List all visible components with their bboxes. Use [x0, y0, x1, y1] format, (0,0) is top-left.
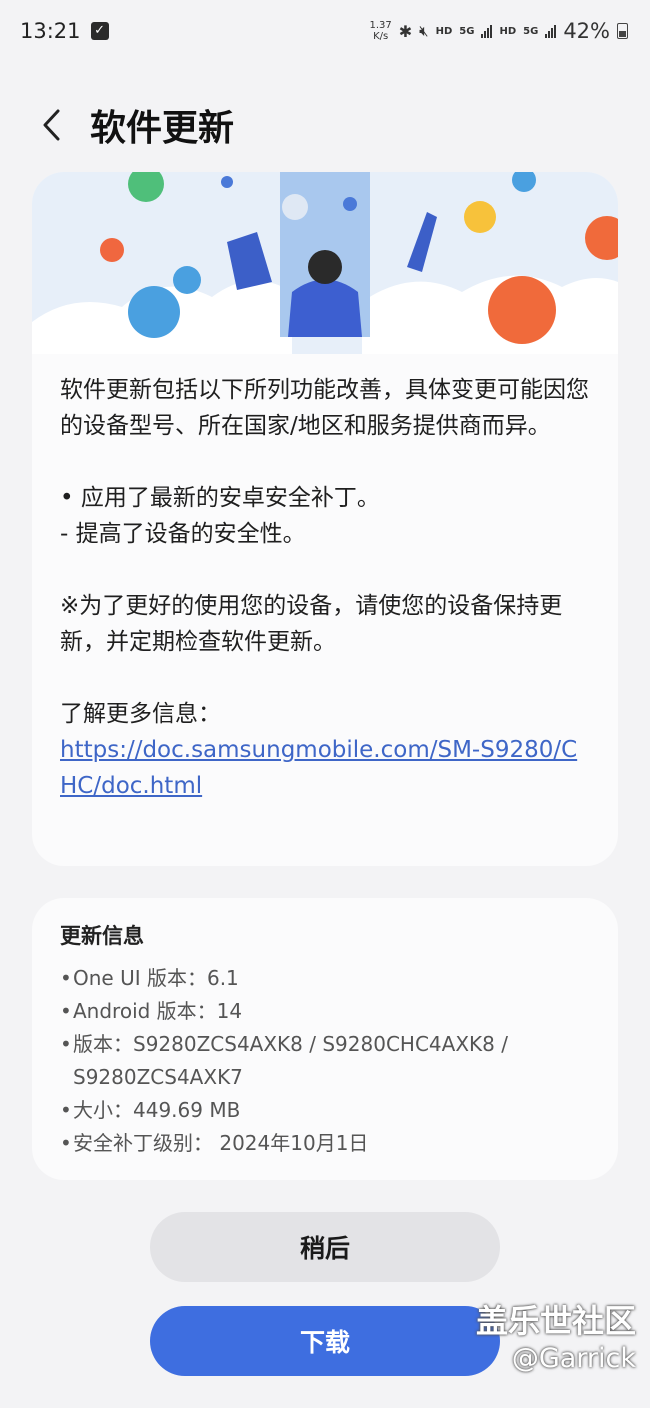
- info-security-patch: 安全补丁级别： 2024年10月1日: [73, 1131, 369, 1155]
- info-one-ui-version: One UI 版本：6.1: [73, 966, 239, 990]
- list-item: • One UI 版本：6.1: [60, 962, 590, 995]
- watermark-author: @Garrick: [511, 1343, 636, 1374]
- update-info-list: • One UI 版本：6.1 • Android 版本：14 • 版本：S9280Z…: [60, 962, 590, 1160]
- app-header: 软件更新: [0, 90, 650, 160]
- more-info: 了解更多信息： https://doc.samsungmobile.com/SM…: [60, 696, 590, 804]
- update-info-title: 更新信息: [60, 924, 144, 948]
- info-size: 大小：449.69 MB: [73, 1098, 241, 1122]
- checkbox-notification-icon: ✓: [90, 22, 109, 40]
- signal-icon-1: [481, 24, 493, 38]
- network-type-1: 5G: [459, 25, 475, 37]
- network-speed-unit: K/s: [373, 31, 389, 42]
- mute-icon: 🔇︎: [419, 22, 429, 40]
- chevron-left-icon: [43, 109, 60, 141]
- list-item: • 大小：449.69 MB: [60, 1094, 590, 1127]
- status-bar: 13:21 ✓ 1.37 K/s ✱ 🔇︎ HD 5G HD 5G 42%: [0, 0, 650, 62]
- intro-text: 软件更新包括以下所列功能改善，具体变更可能因您的设备型号、所在国家/地区和服务提…: [60, 377, 589, 439]
- later-button[interactable]: 稍后: [150, 1212, 500, 1282]
- update-info-card: 更新信息 • One UI 版本：6.1 • Android 版本：14 • 版本：S…: [32, 898, 618, 1180]
- status-bar-right: 1.37 K/s ✱ 🔇︎ HD 5G HD 5G 42%: [370, 19, 628, 43]
- status-time: 13:21: [20, 19, 81, 43]
- list-item: • Android 版本：14: [60, 995, 590, 1028]
- network-type-2: 5G: [523, 25, 539, 37]
- hd-label-2: HD: [499, 25, 517, 37]
- note-text: ※为了更好的使用您的设备，请使您的设备保持更新，并定期检查软件更新。: [60, 593, 563, 655]
- status-bar-left: 13:21 ✓: [20, 19, 109, 43]
- change-item: • 应用了最新的安卓安全补丁。: [60, 485, 380, 511]
- update-description: 软件更新包括以下所列功能改善，具体变更可能因您的设备型号、所在国家/地区和服务提…: [32, 354, 618, 804]
- download-button[interactable]: 下载: [150, 1306, 500, 1376]
- watermark: 盖乐世社区 @Garrick: [476, 1300, 636, 1376]
- info-build-version: 版本：S9280ZCS4AXK8 / S9280CHC4AXK8 / S9280…: [73, 1032, 508, 1089]
- change-sub-item: - 提高了设备的安全性。: [60, 521, 306, 547]
- list-item: • 安全补丁级别： 2024年10月1日: [60, 1127, 590, 1160]
- more-info-label: 了解更多信息：: [60, 701, 221, 727]
- network-speed: 1.37 K/s: [370, 20, 392, 42]
- bluetooth-icon: ✱: [398, 21, 413, 41]
- more-info-link[interactable]: https://doc.samsungmobile.com/SM-S9280/C…: [60, 732, 590, 804]
- list-item: • 版本：S9280ZCS4AXK8 / S9280CHC4AXK8 / S928…: [60, 1028, 590, 1094]
- signal-icon-2: [545, 24, 557, 38]
- change-list: • 应用了最新的安卓安全补丁。 - 提高了设备的安全性。: [60, 480, 590, 552]
- battery-percent: 42%: [563, 19, 610, 43]
- battery-icon: [617, 23, 628, 39]
- update-details-card: 软件更新包括以下所列功能改善，具体变更可能因您的设备型号、所在国家/地区和服务提…: [32, 172, 618, 866]
- update-banner-illustration: [32, 172, 618, 354]
- info-android-version: Android 版本：14: [73, 999, 243, 1023]
- back-button[interactable]: [22, 95, 82, 155]
- watermark-community: 盖乐世社区: [475, 1302, 636, 1340]
- network-speed-value: 1.37: [369, 20, 392, 31]
- page-title: 软件更新: [90, 108, 235, 149]
- hd-label-1: HD: [435, 25, 453, 37]
